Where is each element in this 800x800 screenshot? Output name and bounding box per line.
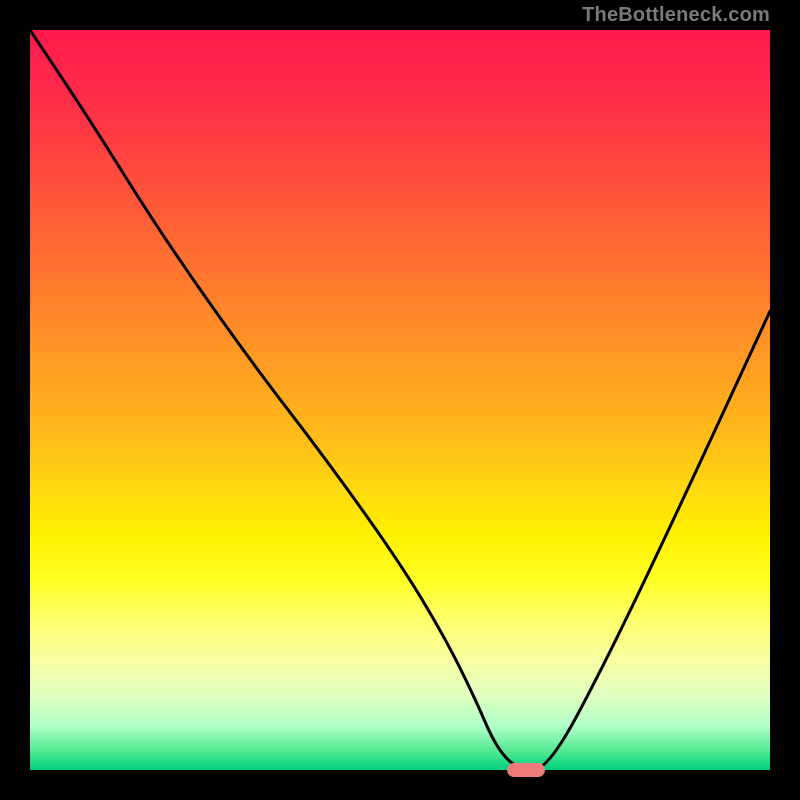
watermark-text: TheBottleneck.com <box>582 4 770 27</box>
chart-frame: TheBottleneck.com <box>0 0 800 800</box>
plot-area <box>30 30 770 770</box>
bottleneck-curve <box>30 30 770 770</box>
optimal-marker <box>507 763 545 777</box>
